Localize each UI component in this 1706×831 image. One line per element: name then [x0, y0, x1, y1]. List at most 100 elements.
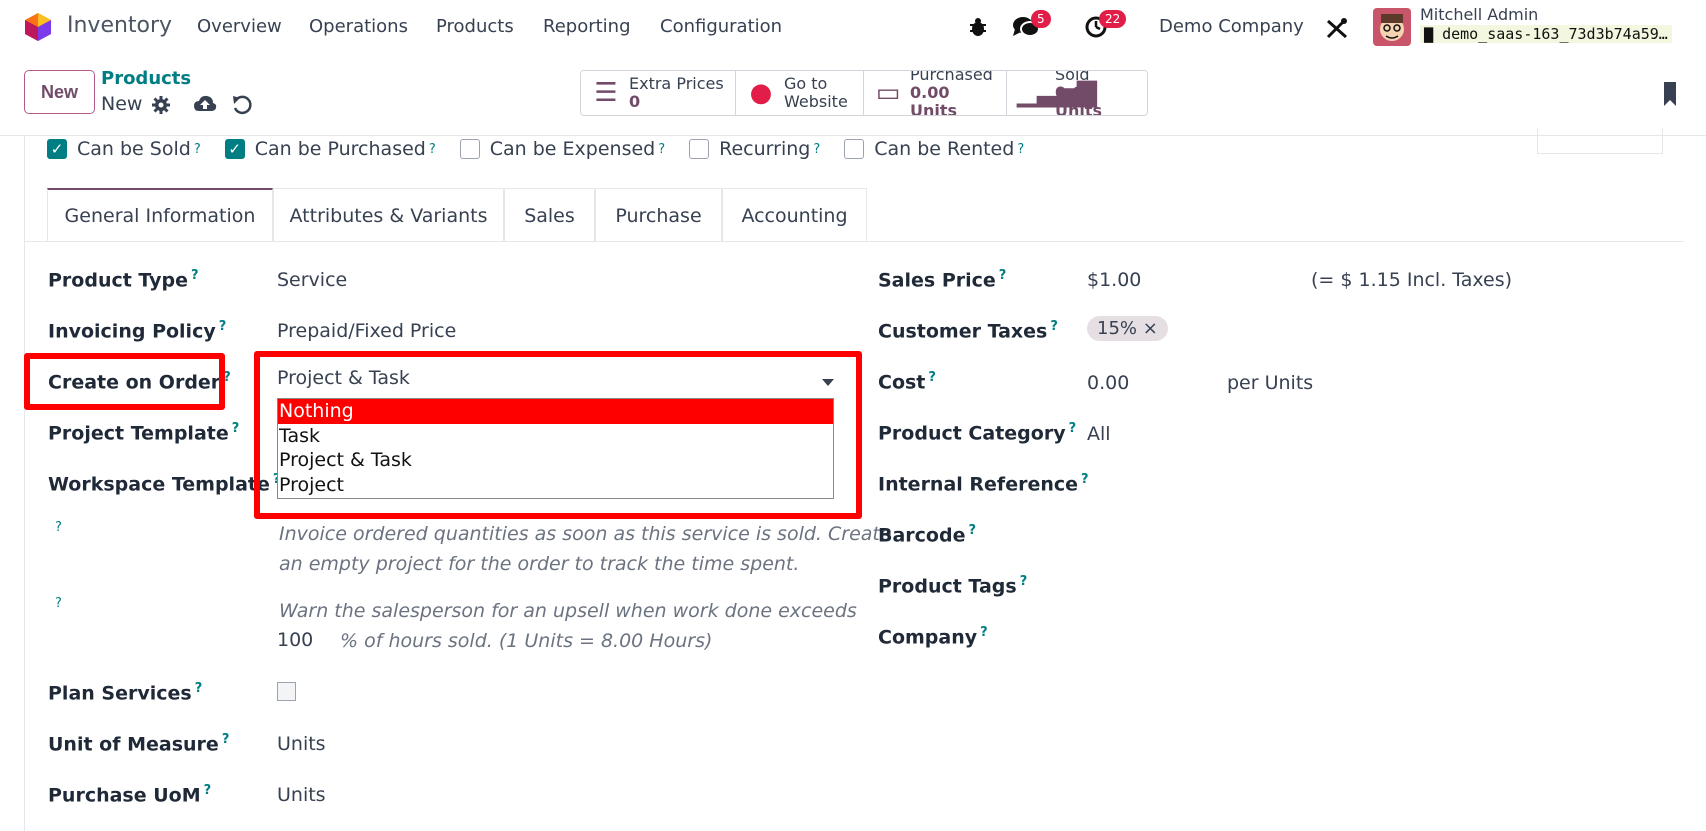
credit-card-icon: ▭ — [875, 78, 901, 108]
help-icon[interactable]: ? — [429, 142, 436, 157]
product-category-label: Product Category? — [878, 421, 1076, 444]
new-button[interactable]: New — [24, 70, 95, 114]
product-flags: ✓ Can be Sold? ✓ Can be Purchased? Can be … — [47, 138, 1048, 160]
product-tags-label-text: Product Tags — [878, 575, 1017, 598]
sales-price-label-text: Sales Price — [878, 269, 996, 292]
help-icon[interactable]: ? — [658, 142, 665, 157]
save-cloud-icon[interactable] — [193, 93, 217, 115]
help-icon[interactable]: ? — [980, 625, 988, 640]
purchased-button[interactable]: ▭ Purchased 0.00 Units — [864, 71, 1007, 115]
help-icon[interactable]: ? — [999, 268, 1007, 283]
customer-taxes-label-text: Customer Taxes — [878, 320, 1048, 343]
product-type-value[interactable]: Service — [277, 269, 347, 291]
menu-products[interactable]: Products — [436, 16, 514, 37]
can-be-expensed-checkbox[interactable]: Can be Expensed? — [459, 138, 665, 160]
record-name: New — [101, 93, 252, 115]
recurring-checkbox[interactable]: Recurring? — [689, 138, 820, 160]
highlight-box-label — [24, 353, 225, 410]
tax-tag[interactable]: 15% × — [1087, 316, 1168, 341]
product-tags-label: Product Tags? — [878, 574, 1027, 597]
app-name[interactable]: Inventory — [67, 13, 172, 38]
help-icon[interactable]: ? — [1081, 472, 1089, 487]
go-to-website-button[interactable]: ● Go to Website — [736, 71, 864, 115]
plan-services-checkbox[interactable] — [277, 682, 296, 701]
product-image-placeholder[interactable] — [1537, 128, 1663, 154]
help-icon[interactable]: ? — [194, 142, 201, 157]
product-category-value[interactable]: All — [1087, 423, 1111, 445]
help-icon[interactable]: ? — [55, 520, 62, 535]
unit-of-measure-label: Unit of Measure? — [48, 732, 229, 755]
odoo-inventory-logo-icon[interactable] — [24, 12, 52, 42]
bookmark-icon[interactable] — [1662, 82, 1678, 106]
help-icon[interactable]: ? — [1050, 319, 1058, 334]
menu-overview[interactable]: Overview — [197, 16, 282, 37]
avatar[interactable] — [1373, 8, 1411, 46]
top-navbar: Inventory Overview Operations Products R… — [0, 0, 1706, 55]
help-icon[interactable]: ? — [191, 268, 199, 283]
cost-label: Cost? — [878, 370, 936, 393]
record-name-text: New — [101, 93, 143, 115]
menu-configuration[interactable]: Configuration — [660, 16, 782, 37]
user-name[interactable]: Mitchell Admin — [1420, 5, 1538, 24]
extra-prices-button[interactable]: ☰ Extra Prices 0 — [581, 71, 736, 115]
purchase-uom-value[interactable]: Units — [277, 784, 326, 806]
invoicing-policy-label: Invoicing Policy? — [48, 319, 226, 342]
database-name: ▇ demo_saas-163_73d3b74a59… — [1420, 25, 1672, 43]
help-icon[interactable]: ? — [55, 596, 62, 611]
discard-undo-icon[interactable] — [231, 94, 253, 116]
invoicing-policy-value[interactable]: Prepaid/Fixed Price — [277, 320, 456, 342]
workspace-template-label: Workspace Template? — [48, 472, 280, 495]
menu-reporting[interactable]: Reporting — [543, 16, 631, 37]
upsell-help-line2: % of hours sold. (1 Units = 8.00 Hours) — [340, 630, 713, 652]
tab-attributes-variants[interactable]: Attributes & Variants — [273, 188, 504, 242]
product-category-label-text: Product Category — [878, 422, 1066, 445]
tab-sales[interactable]: Sales — [504, 188, 595, 242]
help-text-line: an empty project for the order to track … — [279, 553, 800, 575]
avatar-face-icon — [1373, 8, 1411, 46]
can-be-purchased-checkbox[interactable]: ✓ Can be Purchased? — [224, 138, 436, 160]
can-be-rented-checkbox[interactable]: Can be Rented? — [844, 138, 1024, 160]
help-icon[interactable]: ? — [232, 421, 240, 436]
customer-taxes-label: Customer Taxes? — [878, 319, 1058, 342]
help-icon[interactable]: ? — [219, 319, 227, 334]
debug-tools-icon[interactable] — [1325, 16, 1349, 40]
can-be-rented-label: Can be Rented — [874, 138, 1015, 160]
tab-general-information[interactable]: General Information — [47, 188, 273, 242]
help-icon[interactable]: ? — [1017, 142, 1024, 157]
sold-button[interactable]: ▁▃▅▇ Sold 0.00 Units — [1007, 71, 1147, 115]
sales-price-value[interactable]: $1.00 — [1087, 269, 1141, 291]
activity-badge: 22 — [1099, 10, 1127, 28]
product-type-label: Product Type? — [48, 268, 199, 291]
help-icon[interactable]: ? — [968, 523, 976, 538]
help-icon[interactable]: ? — [195, 681, 203, 696]
project-template-label: Project Template? — [48, 421, 239, 444]
purchased-label: Purchased — [910, 70, 993, 84]
cost-unit: per Units — [1227, 372, 1314, 394]
menu-operations[interactable]: Operations — [309, 16, 408, 37]
tab-accounting[interactable]: Accounting — [722, 188, 867, 242]
unit-of-measure-value[interactable]: Units — [277, 733, 326, 755]
upsell-threshold-input[interactable]: 100 — [277, 629, 313, 651]
company-switcher[interactable]: Demo Company — [1159, 16, 1304, 37]
database-name-text: demo_saas-163_73d3b74a59… — [1442, 25, 1668, 43]
purchase-uom-label: Purchase UoM? — [48, 783, 211, 806]
can-be-sold-checkbox[interactable]: ✓ Can be Sold? — [47, 138, 201, 160]
help-icon[interactable]: ? — [813, 142, 820, 157]
gear-icon[interactable] — [151, 95, 171, 115]
breadcrumb[interactable]: Products — [101, 68, 191, 89]
empty-checkbox-icon — [689, 139, 710, 159]
cost-label-text: Cost — [878, 371, 926, 394]
help-icon[interactable]: ? — [1020, 574, 1028, 589]
help-icon[interactable]: ? — [204, 783, 212, 798]
help-icon[interactable]: ? — [222, 732, 230, 747]
cost-value[interactable]: 0.00 — [1087, 372, 1129, 394]
tab-divider — [24, 241, 1684, 242]
bug-icon[interactable] — [968, 16, 988, 38]
purchase-uom-label-text: Purchase UoM — [48, 784, 201, 807]
barcode-label-text: Barcode — [878, 524, 966, 547]
sold-label: Sold — [1055, 70, 1090, 84]
control-panel: New Products New ☰ Extra Prices 0 ● Go to… — [0, 56, 1706, 136]
help-icon[interactable]: ? — [928, 370, 936, 385]
tab-purchase[interactable]: Purchase — [595, 188, 722, 242]
help-icon[interactable]: ? — [1069, 421, 1077, 436]
